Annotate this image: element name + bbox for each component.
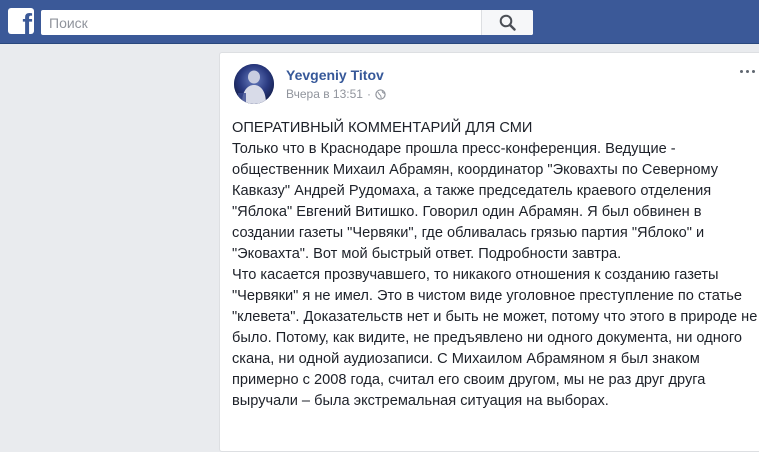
globe-icon[interactable] [375,89,386,100]
facebook-logo[interactable]: f [8,8,34,34]
post-options-icon[interactable] [738,65,758,77]
post-author-name[interactable]: Yevgeniy Titov [286,67,384,83]
post-paragraph: Только что в Краснодаре прошла пресс-кон… [232,141,719,262]
avatar-image [234,64,274,104]
facebook-logo-letter: f [22,9,32,35]
post-body: ОПЕРАТИВНЫЙ КОММЕНТАРИЙ ДЛЯ СМИ Только ч… [232,118,759,412]
top-navigation-bar: f [0,0,759,44]
search-bar [41,10,533,35]
post-card: Yevgeniy Titov Вчера в 13:51 · ОПЕРАТИВН… [219,52,759,452]
search-input[interactable] [41,10,479,35]
avatar[interactable] [234,64,274,104]
search-button[interactable] [481,10,533,35]
search-icon [499,14,516,31]
post-timestamp[interactable]: Вчера в 13:51 [286,87,363,101]
post-paragraph: Что касается прозвучавшего, то никакого … [232,267,758,409]
post-paragraph-heading: ОПЕРАТИВНЫЙ КОММЕНТАРИЙ ДЛЯ СМИ [232,120,533,136]
meta-separator: · [366,87,371,101]
post-meta: Вчера в 13:51 · [286,87,386,101]
